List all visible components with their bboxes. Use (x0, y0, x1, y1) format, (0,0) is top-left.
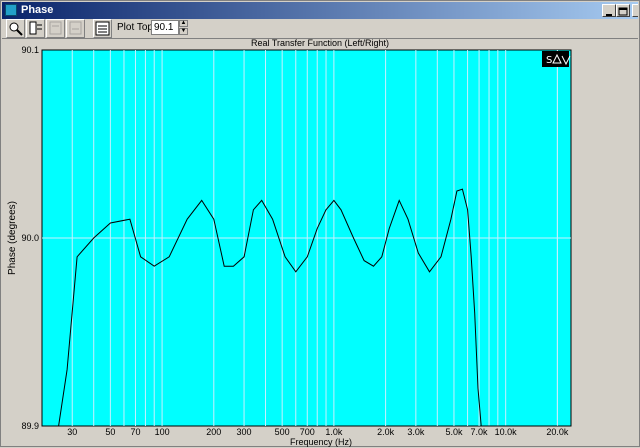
y-tick-labels: 90.1 90.0 89.9 (21, 45, 39, 431)
x-tick-label: 700 (300, 427, 315, 437)
minimize-button[interactable] (602, 4, 616, 17)
x-tick-label: 1.0k (325, 427, 343, 437)
y-tick-label: 90.0 (21, 233, 39, 243)
x-tick-label: 30 (67, 427, 77, 437)
x-tick-label: 300 (237, 427, 252, 437)
x-tick-labels: 30 50 70 100 200 300 500 700 1.0k 2.0k 3.0k 5.0k 7.0… (67, 427, 569, 437)
window-title: Phase (21, 4, 54, 16)
y-axis-label: Phase (degrees) (7, 201, 18, 275)
cursor-show-button[interactable] (66, 19, 85, 38)
plot-top-spin-up[interactable]: ▲ (179, 20, 188, 27)
cursor-off-button[interactable] (46, 19, 65, 38)
chart-title: Real Transfer Function (Left/Right) (251, 39, 389, 48)
phase-window: Phase Plot Top: ▲ ▼ Real Transfer Functi… (0, 0, 640, 447)
phase-chart: Real Transfer Function (Left/Right) 90.1… (7, 39, 572, 447)
x-tick-label: 3.0k (407, 427, 425, 437)
y-tick-label: 90.1 (21, 45, 39, 55)
plot-top-input[interactable] (151, 20, 179, 35)
x-tick-label: 10.0k (495, 427, 518, 437)
plot-top-spin-down[interactable]: ▼ (179, 28, 188, 35)
x-tick-label: 200 (206, 427, 221, 437)
app-icon (5, 4, 17, 16)
x-tick-label: 70 (130, 427, 140, 437)
minimize-icon (606, 14, 612, 16)
close-button[interactable] (632, 4, 638, 17)
zoom-tool-button[interactable] (6, 19, 25, 38)
cursor-on-icon (29, 21, 42, 35)
title-bar[interactable]: Phase (2, 2, 638, 19)
cursor-show-icon (69, 21, 82, 35)
x-tick-label: 100 (155, 427, 170, 437)
x-axis-label: Frequency (Hz) (290, 437, 352, 447)
x-tick-label: 500 (275, 427, 290, 437)
y-tick-label: 89.9 (21, 421, 39, 431)
properties-button[interactable] (93, 19, 112, 38)
properties-icon (95, 21, 110, 36)
maximize-button[interactable] (616, 4, 630, 17)
x-tick-label: 7.0k (471, 427, 489, 437)
maximize-icon (618, 7, 628, 16)
legend-icon[interactable]: S (542, 51, 571, 67)
plot-top-label: Plot Top: (117, 22, 156, 33)
zoom-icon (9, 22, 23, 36)
x-tick-label: 50 (105, 427, 115, 437)
cursor-on-button[interactable] (26, 19, 45, 38)
cursor-off-icon (49, 21, 62, 35)
x-tick-label: 5.0k (445, 427, 463, 437)
x-tick-label: 2.0k (377, 427, 395, 437)
svg-text:S: S (546, 55, 552, 66)
toolbar: Plot Top: ▲ ▼ (2, 19, 638, 39)
x-tick-label: 20.0k (546, 427, 569, 437)
